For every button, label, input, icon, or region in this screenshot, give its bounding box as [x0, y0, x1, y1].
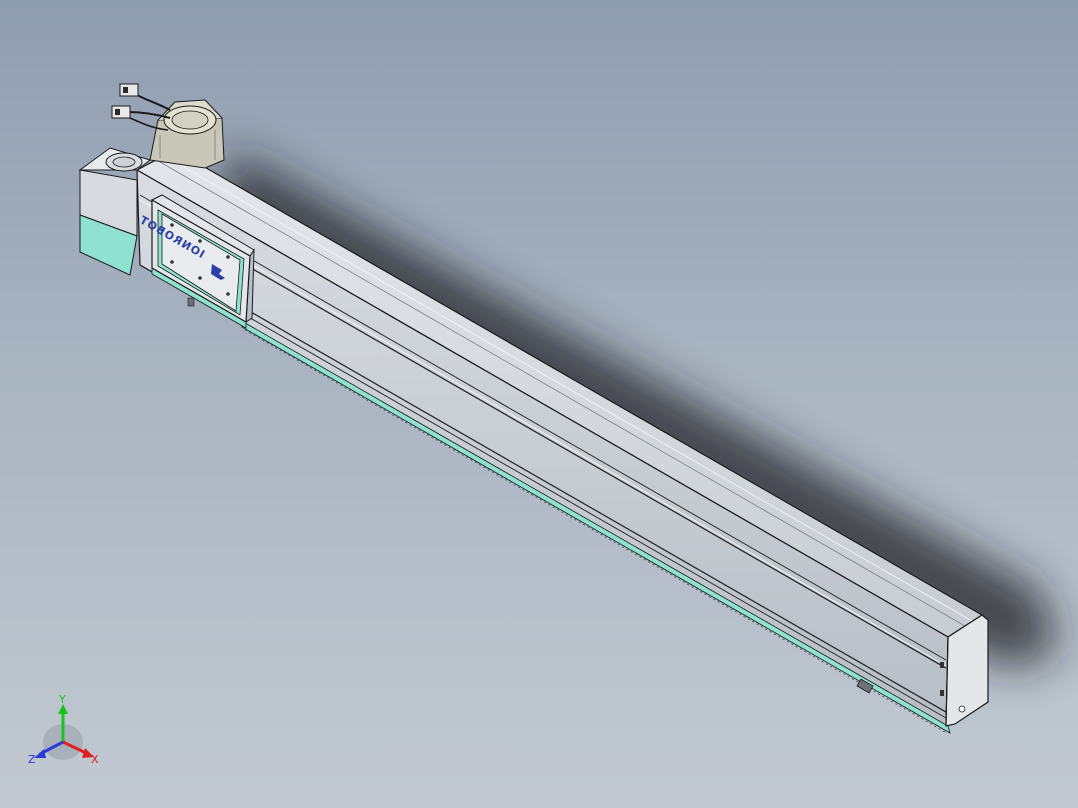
cad-scene[interactable]: IONROBOT — [0, 0, 1078, 808]
cad-viewport[interactable]: IONROBOT Y X Z — [0, 0, 1078, 808]
triad-y-label: Y — [58, 693, 66, 706]
triad-z-label: Z — [28, 753, 36, 766]
cable-connector-bottom[interactable] — [111, 105, 131, 119]
triad-z-arrow-icon — [34, 749, 46, 758]
cable-connector-top[interactable] — [119, 83, 139, 97]
triad-x-label: X — [91, 753, 99, 766]
linear-rail-body[interactable] — [135, 149, 984, 728]
servo-motor[interactable] — [149, 99, 225, 169]
view-orientation-triad[interactable]: Y X Z — [22, 692, 112, 772]
